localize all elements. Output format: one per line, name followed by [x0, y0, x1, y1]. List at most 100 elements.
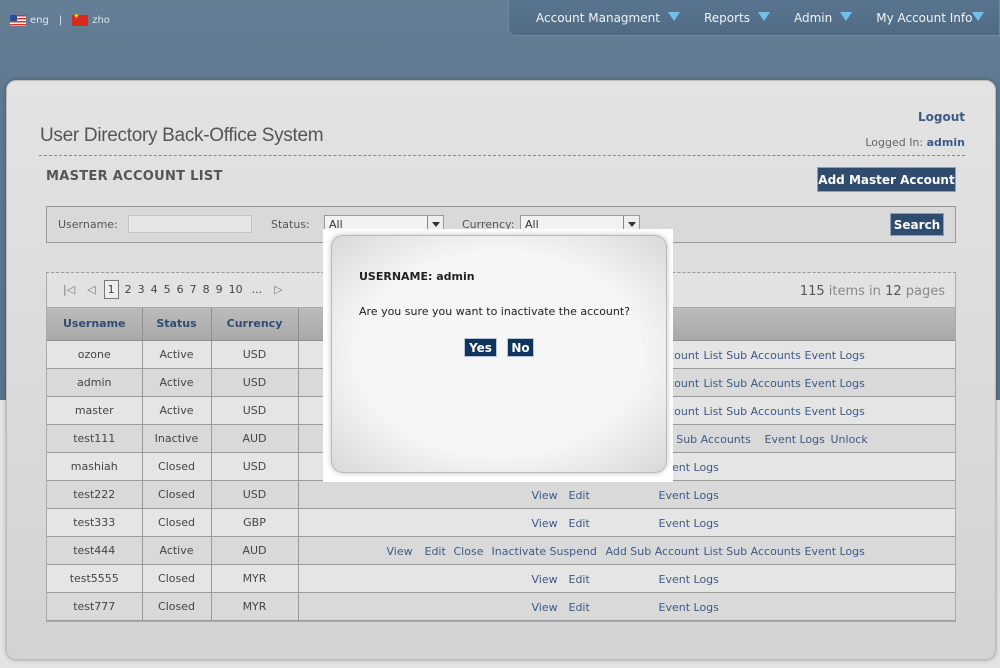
action-event-logs-link[interactable]: Event Logs: [805, 545, 865, 558]
action-event-logs-link[interactable]: Event Logs: [805, 349, 865, 362]
page-link[interactable]: 4: [151, 283, 158, 296]
action-event-logs-link[interactable]: Event Logs: [805, 377, 865, 390]
nav-label: Account Managment: [536, 10, 660, 25]
action-event-logs-link[interactable]: Event Logs: [805, 405, 865, 418]
table-row: test333 Closed GBP View Edit Event Logs: [47, 508, 955, 537]
action-list-sub-accounts-link[interactable]: List Sub Accounts: [704, 545, 801, 558]
page-link[interactable]: 7: [190, 283, 197, 296]
action-add-sub-account-link[interactable]: Add Sub Account: [606, 545, 700, 558]
action-inactivate-link[interactable]: Inactivate: [492, 545, 547, 558]
first-page-icon[interactable]: |◁: [63, 283, 75, 296]
action-edit-link[interactable]: Edit: [569, 517, 590, 530]
cell-currency: USD: [211, 452, 299, 481]
nav-admin[interactable]: Admin: [794, 11, 853, 25]
cell-currency: USD: [211, 368, 299, 397]
no-button[interactable]: No: [507, 338, 534, 357]
page-link[interactable]: 10: [229, 283, 243, 296]
logout-link[interactable]: Logout: [918, 110, 965, 124]
cell-username: test222: [47, 480, 143, 509]
action-suspend-link[interactable]: Suspend: [550, 545, 597, 558]
action-edit-link[interactable]: Edit: [425, 545, 446, 558]
add-master-account-button[interactable]: Add Master Account: [817, 167, 956, 192]
top-nav: Account Managment Reports Admin My Accou…: [508, 0, 1000, 36]
action-view-link[interactable]: View: [532, 489, 558, 502]
dialog-message: Are you sure you want to inactivate the …: [359, 305, 631, 318]
language-selector: eng | zho: [10, 12, 110, 26]
page-link[interactable]: 2: [125, 283, 132, 296]
cell-currency: AUD: [211, 536, 299, 565]
page-link[interactable]: 6: [177, 283, 184, 296]
cell-status: Active: [142, 368, 212, 397]
lang-zho-label: zho: [92, 15, 110, 26]
items-in-label: items in: [828, 284, 881, 299]
action-event-logs-link[interactable]: Event Logs: [765, 433, 825, 446]
col-username[interactable]: Username: [47, 308, 143, 341]
cell-currency: AUD: [211, 424, 299, 453]
logged-in-user[interactable]: admin: [927, 136, 965, 149]
nav-label: Reports: [703, 10, 750, 25]
page-title: User Directory Back-Office System: [40, 125, 324, 146]
cell-status: Closed: [142, 592, 212, 621]
action-edit-link[interactable]: Edit: [569, 489, 590, 502]
yes-button[interactable]: Yes: [464, 338, 497, 357]
page-link[interactable]: 5: [164, 283, 171, 296]
action-list-sub-accounts-link[interactable]: List Sub Accounts: [704, 377, 801, 390]
action-close-link[interactable]: Close: [454, 545, 484, 558]
action-view-link[interactable]: View: [532, 601, 558, 614]
page-link[interactable]: 9: [216, 283, 223, 296]
page-link[interactable]: 1: [103, 280, 119, 299]
cell-username: test111: [47, 424, 143, 453]
total-pages: 12: [885, 284, 902, 299]
prev-page-icon[interactable]: ◁: [87, 283, 95, 296]
action-view-link[interactable]: View: [532, 517, 558, 530]
action-unlock-link[interactable]: Unlock: [831, 433, 868, 446]
table-row: test5555 Closed MYR View Edit Event Logs: [47, 564, 955, 593]
page-ellipsis[interactable]: ...: [252, 283, 263, 296]
total-items: 115: [799, 284, 825, 299]
cell-status: Closed: [142, 508, 212, 537]
action-event-logs-link[interactable]: Event Logs: [659, 573, 719, 586]
cell-currency: GBP: [211, 508, 299, 537]
nav-my-account-info[interactable]: My Account Info: [876, 10, 985, 25]
cell-username: master: [47, 396, 143, 425]
col-currency[interactable]: Currency: [211, 308, 299, 341]
logged-in-info: Logged In: admin: [865, 136, 965, 149]
cell-actions: View Edit Event Logs: [298, 592, 955, 621]
search-button[interactable]: Search: [890, 213, 944, 236]
page-link[interactable]: 8: [203, 283, 210, 296]
action-list-sub-accounts-link[interactable]: List Sub Accounts: [704, 349, 801, 362]
action-edit-link[interactable]: Edit: [569, 573, 590, 586]
dropdown-arrow-icon: [972, 12, 985, 21]
action-view-link[interactable]: View: [532, 573, 558, 586]
col-status[interactable]: Status: [142, 308, 212, 341]
table-row: test222 Closed USD View Edit Event Logs: [47, 480, 955, 509]
cell-status: Closed: [142, 564, 212, 593]
modal-frame: USERNAME: admin Are you sure you want to…: [323, 229, 673, 482]
cell-actions: View Edit Event Logs: [298, 508, 955, 537]
action-list-sub-accounts-link[interactable]: List Sub Accounts: [704, 405, 801, 418]
nav-reports[interactable]: Reports: [704, 11, 770, 25]
action-event-logs-link[interactable]: Event Logs: [659, 489, 719, 502]
dropdown-arrow-icon: [667, 12, 680, 21]
cell-username: admin: [47, 368, 143, 397]
lang-zho[interactable]: zho: [72, 12, 110, 26]
username-input[interactable]: [128, 215, 252, 233]
next-page-icon[interactable]: ▷: [274, 283, 282, 296]
cell-actions: View Edit Event Logs: [298, 480, 955, 509]
pager-info: 115 items in 12 pages: [800, 284, 945, 299]
page-link[interactable]: 3: [138, 283, 145, 296]
nav-label: My Account Info: [876, 10, 973, 25]
action-event-logs-link[interactable]: Event Logs: [659, 601, 719, 614]
action-view-link[interactable]: View: [387, 545, 413, 558]
lang-eng-label: eng: [30, 15, 49, 26]
logged-in-label: Logged In:: [865, 136, 924, 149]
cell-currency: USD: [211, 340, 299, 369]
dialog-title: USERNAME: admin: [359, 270, 475, 283]
action-edit-link[interactable]: Edit: [569, 601, 590, 614]
cell-status: Active: [142, 536, 212, 565]
nav-account-management[interactable]: Account Managment: [536, 11, 680, 25]
cell-status: Closed: [142, 452, 212, 481]
lang-eng[interactable]: eng: [10, 15, 49, 26]
action-event-logs-link[interactable]: Event Logs: [659, 517, 719, 530]
dropdown-arrow-icon: [840, 12, 853, 21]
